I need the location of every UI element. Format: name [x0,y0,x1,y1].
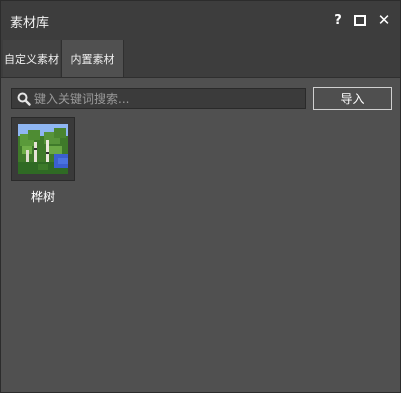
tab-builtin-assets[interactable]: 内置素材 [61,40,124,77]
tab-bar: 自定义素材 内置素材 [1,40,400,78]
close-icon: ✕ [377,11,391,29]
title-bar[interactable]: 素材库 ? ✕ [1,1,400,40]
search-icon [17,92,31,106]
asset-label: 桦树 [30,190,55,204]
question-icon: ? [334,12,342,28]
search-box[interactable] [11,88,306,109]
birch-forest-thumbnail [18,124,68,174]
help-button[interactable]: ? [328,10,348,30]
close-button[interactable]: ✕ [374,10,394,30]
search-input[interactable] [34,89,302,108]
tab-custom-assets[interactable]: 自定义素材 [3,40,60,77]
maximize-button[interactable] [350,10,370,30]
import-button[interactable]: 导入 [313,87,392,110]
window-title: 素材库 [10,16,50,31]
asset-library-window: 素材库 ? ✕ 自定义素材 内置素材 导入 [0,0,401,393]
maximize-icon [354,14,366,26]
asset-thumbnail-frame[interactable] [11,117,75,181]
asset-item-birch[interactable]: 桦树 [11,117,75,205]
